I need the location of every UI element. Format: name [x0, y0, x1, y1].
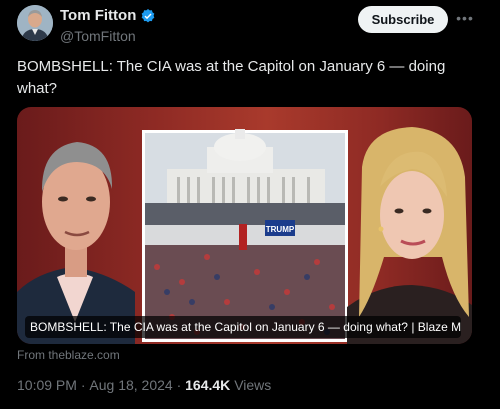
man-portrait	[17, 142, 135, 344]
meta-separator: ·	[76, 377, 90, 393]
avatar[interactable]	[17, 5, 53, 41]
post-text: BOMBSHELL: The CIA was at the Capitol on…	[17, 58, 446, 97]
more-icon[interactable]: •••	[455, 8, 475, 28]
subscribe-button[interactable]: Subscribe	[358, 6, 448, 33]
media-thumbnail: TRUMP	[17, 127, 472, 344]
trump-sign-text: TRUMP	[266, 225, 295, 234]
post-time[interactable]: 10:09 PM	[17, 377, 77, 393]
author-name[interactable]: Tom Fitton	[60, 7, 136, 24]
author-block: Tom Fitton @TomFitton	[60, 7, 156, 44]
author-handle[interactable]: @TomFitton	[60, 28, 156, 44]
capitol-photo: TRUMP	[142, 129, 348, 342]
post-meta: 10:09 PM · Aug 18, 2024 · 164.4K Views	[17, 377, 271, 393]
verified-badge-icon	[142, 8, 155, 22]
avatar-image	[17, 5, 53, 41]
link-source[interactable]: From theblaze.com	[17, 348, 120, 362]
media-caption[interactable]: BOMBSHELL: The CIA was at the Capitol on…	[25, 316, 461, 338]
views-label: Views	[234, 377, 272, 393]
media-card[interactable]: TRUMP BOMBSHELL: The CIA was at the Capi…	[17, 107, 472, 344]
woman-portrait	[347, 127, 472, 344]
meta-separator: ·	[172, 377, 186, 393]
post-date[interactable]: Aug 18, 2024	[89, 377, 172, 393]
tweet: Tom Fitton @TomFitton Subscribe ••• BOMB…	[0, 0, 500, 409]
views-count: 164.4K	[185, 377, 231, 393]
